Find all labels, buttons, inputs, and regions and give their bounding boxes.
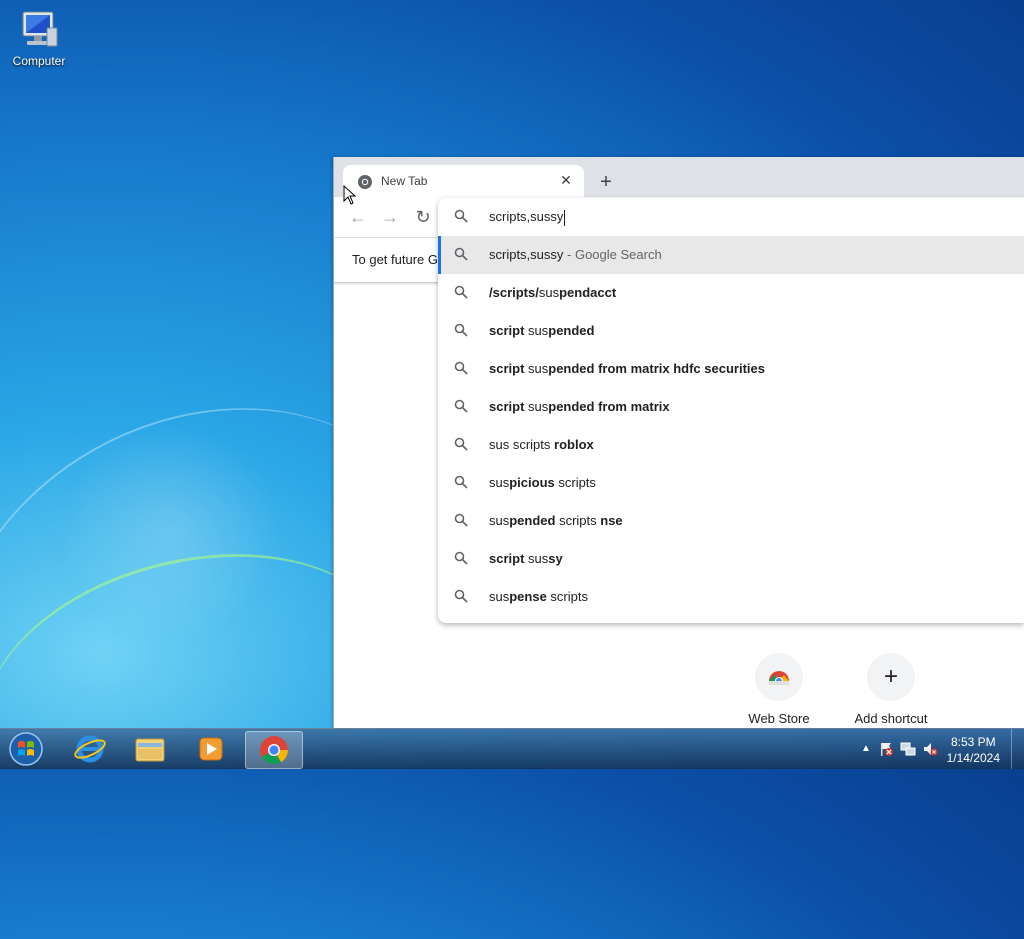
omnibox-suggestion[interactable]: /scripts/suspendacct	[438, 274, 1024, 312]
omnibox-suggestion[interactable]: sus scripts roblox	[438, 426, 1024, 464]
omnibox-suggestion[interactable]: scripts,sussy - Google Search	[438, 236, 1024, 274]
internet-explorer-icon	[74, 735, 106, 763]
search-icon	[454, 209, 468, 228]
desktop-icon-label: Computer	[12, 54, 66, 68]
omnibox-suggestion[interactable]: script sussy	[438, 540, 1024, 578]
omnibox-dropdown: scripts,sussy scripts,sussy - Google Sea…	[438, 198, 1024, 623]
address-bar-value: scripts,sussy	[489, 209, 564, 224]
chrome-web-store-icon	[755, 653, 803, 701]
tab-close-icon[interactable]: ✕	[558, 172, 574, 188]
search-icon	[454, 513, 468, 530]
suggestion-text: /scripts/suspendacct	[489, 285, 617, 300]
search-icon	[454, 399, 468, 416]
chrome-favicon-icon	[357, 174, 373, 190]
plus-icon: +	[867, 653, 915, 701]
shortcut-web-store[interactable]: Web Store	[734, 653, 824, 726]
omnibox-suggestion[interactable]: suspense scripts	[438, 578, 1024, 616]
action-center-flag-icon[interactable]	[878, 741, 894, 757]
desktop-icon-computer[interactable]: Computer	[6, 8, 72, 68]
mouse-cursor-icon	[343, 185, 357, 205]
media-player-icon	[199, 737, 223, 761]
forward-arrow-icon[interactable]: →	[378, 205, 402, 229]
suggestion-text: script suspended	[489, 323, 595, 338]
taskbar-internet-explorer[interactable]	[62, 731, 118, 767]
suggestion-text: sus scripts roblox	[489, 437, 594, 452]
taskbar-chrome[interactable]	[245, 731, 303, 769]
back-arrow-icon[interactable]: ←	[346, 205, 370, 229]
text-caret	[564, 209, 566, 226]
tab-title: New Tab	[381, 174, 428, 188]
suggestion-text: script sussy	[489, 551, 563, 566]
search-icon	[454, 475, 468, 492]
desktop-wallpaper-glow	[60, 420, 280, 640]
omnibox-suggestion[interactable]: suspicious scripts	[438, 464, 1024, 502]
shortcut-label: Web Store	[748, 711, 810, 726]
plus-glyph: +	[883, 663, 898, 690]
suggestion-text: script suspended from matrix	[489, 399, 670, 414]
omnibox-suggestion[interactable]: script suspended	[438, 312, 1024, 350]
shortcut-label: Add shortcut	[854, 711, 928, 726]
volume-muted-icon[interactable]	[922, 741, 938, 757]
suggestion-text: suspended scripts nse	[489, 513, 623, 528]
omnibox-suggestion[interactable]: script suspended from matrix	[438, 388, 1024, 426]
tab-strip: New Tab ✕ +	[334, 157, 1024, 197]
chrome-icon	[260, 736, 288, 764]
clock-date: 1/14/2024	[946, 751, 1000, 765]
search-icon	[454, 247, 468, 264]
search-icon	[454, 361, 468, 378]
computer-icon	[17, 8, 61, 52]
suggestion-text: suspense scripts	[489, 589, 588, 604]
taskbar-file-explorer[interactable]	[122, 731, 178, 767]
clock[interactable]: 8:53 PM 1/14/2024	[947, 734, 1000, 766]
taskbar-media-player[interactable]	[183, 731, 239, 767]
search-icon	[454, 551, 468, 568]
suggestion-text: scripts,sussy - Google Search	[489, 247, 662, 262]
search-icon	[454, 437, 468, 454]
taskbar: ▲ 8:53 PM 1/14/2024	[0, 728, 1024, 769]
address-bar[interactable]: scripts,sussy	[438, 198, 1024, 236]
show-desktop-button[interactable]	[1011, 729, 1024, 769]
network-icon[interactable]	[900, 741, 916, 757]
search-icon	[454, 589, 468, 606]
suggestion-text: suspicious scripts	[489, 475, 596, 490]
omnibox-suggestion[interactable]: suspended scripts nse	[438, 502, 1024, 540]
omnibox-suggestion[interactable]: script suspended from matrix hdfc securi…	[438, 350, 1024, 388]
system-tray: ▲ 8:53 PM 1/14/2024	[834, 729, 1024, 769]
reload-icon[interactable]: ↻	[411, 205, 435, 229]
new-tab-button[interactable]: +	[594, 170, 618, 194]
info-bar-text: To get future G	[352, 252, 438, 267]
clock-time: 8:53 PM	[950, 735, 996, 749]
start-button[interactable]	[6, 730, 46, 768]
search-icon	[454, 285, 468, 302]
suggestion-text: script suspended from matrix hdfc securi…	[489, 361, 765, 376]
tab-new-tab[interactable]: New Tab ✕	[343, 165, 584, 197]
show-hidden-icons-icon[interactable]: ▲	[858, 741, 874, 757]
shortcut-add[interactable]: + Add shortcut	[846, 653, 936, 726]
file-explorer-icon	[135, 738, 165, 762]
search-icon	[454, 323, 468, 340]
